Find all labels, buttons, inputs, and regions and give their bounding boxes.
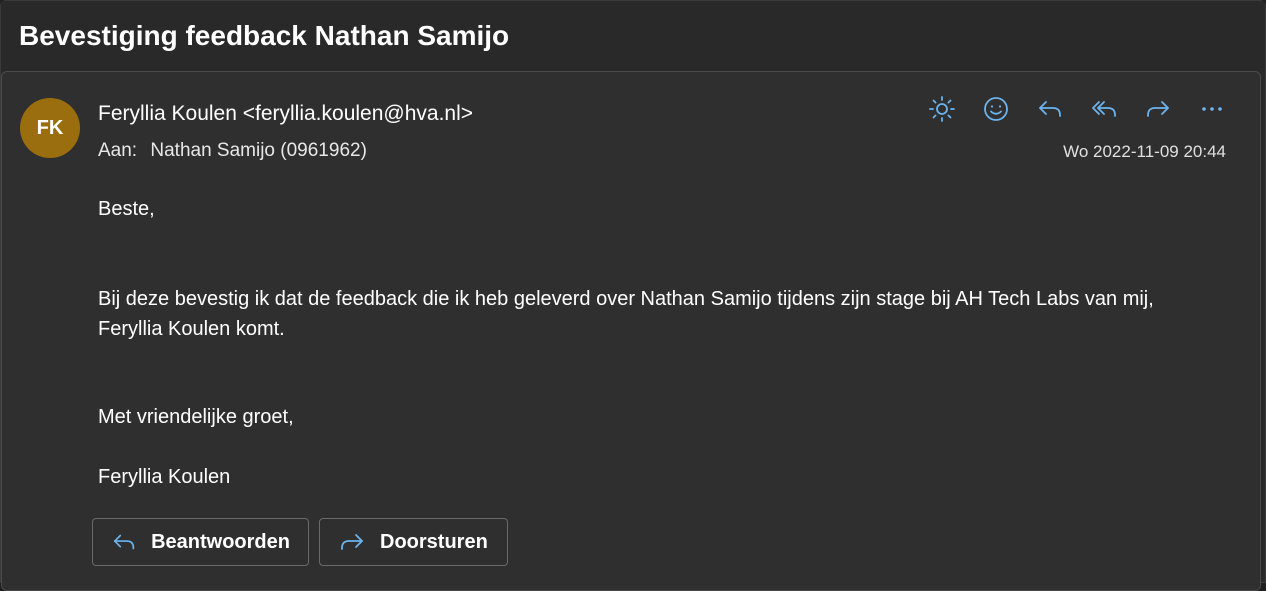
forward-button[interactable]	[1140, 94, 1176, 124]
reply-label: Beantwoorden	[151, 530, 290, 553]
forward-label: Doorsturen	[380, 530, 488, 553]
subject-bar: Bevestiging feedback Nathan Samijo	[1, 1, 1265, 69]
forward-pill-button[interactable]: Doorsturen	[319, 518, 508, 566]
reply-pill-button[interactable]: Beantwoorden	[92, 518, 309, 566]
body-closing: Met vriendelijke groet,	[98, 406, 294, 428]
reply-button[interactable]	[1032, 94, 1068, 124]
sun-icon	[929, 96, 955, 122]
more-button[interactable]	[1194, 94, 1230, 124]
reply-icon	[113, 534, 135, 550]
react-button[interactable]	[978, 94, 1014, 124]
to-label: Aan:	[98, 140, 138, 161]
body-greeting: Beste,	[98, 198, 155, 220]
smiley-icon	[984, 97, 1008, 121]
sender-name[interactable]: Feryllia Koulen <feryllia.koulen@hva.nl>	[98, 102, 473, 126]
message-timestamp: Wo 2022-11-09 20:44	[1063, 142, 1226, 161]
reply-icon	[1039, 101, 1061, 117]
forward-icon	[1147, 101, 1169, 117]
body-paragraph: Bij deze bevestig ik dat de feedback die…	[98, 288, 1154, 340]
body-signature: Feryllia Koulen	[98, 466, 231, 488]
subject-title: Bevestiging feedback Nathan Samijo	[19, 20, 510, 51]
brightness-button[interactable]	[924, 94, 960, 124]
avatar[interactable]: FK	[20, 98, 80, 158]
message-card: FK Feryllia Koulen <feryllia.koulen@hva.…	[1, 71, 1261, 591]
recipient-name[interactable]: Nathan Samijo (0961962)	[150, 140, 367, 161]
recipient-line: Aan: Nathan Samijo (0961962)	[98, 140, 367, 162]
reply-all-button[interactable]	[1086, 94, 1122, 124]
mail-window: Bevestiging feedback Nathan Samijo FK Fe…	[0, 0, 1266, 591]
more-icon	[1202, 107, 1222, 111]
message-actions	[924, 94, 1230, 124]
reply-bar: Beantwoorden Doorsturen	[92, 518, 518, 566]
forward-icon	[341, 534, 363, 550]
reply-all-icon	[1092, 101, 1116, 117]
